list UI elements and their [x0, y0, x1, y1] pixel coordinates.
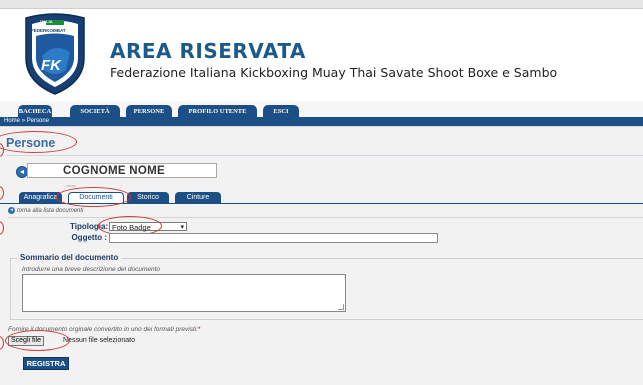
chevron-down-icon: ▾ [180, 224, 184, 231]
summary-legend: Sommario del documento [17, 253, 122, 262]
breadcrumb-home[interactable]: Home [4, 118, 20, 124]
logo-text: FEDERKOMBAT [31, 28, 66, 33]
title-divider [6, 155, 643, 156]
breadcrumb-current: Persone [26, 118, 50, 124]
logo-country: ITALIA [40, 19, 53, 24]
person-name-box: COGNOME NOME [27, 163, 217, 178]
annotation-marker-3 [0, 221, 4, 235]
annotation-marker-2 [0, 186, 4, 200]
back-to-list-link[interactable]: ◂ torna alla lista documenti [8, 207, 83, 214]
tab-cinture[interactable]: Cinture [175, 192, 221, 203]
back-list-icon: ◂ [8, 207, 15, 214]
summary-hint: Introdurre una breve descrizione del doc… [22, 266, 161, 273]
resize-grip-icon[interactable] [338, 304, 344, 310]
back-to-list-label: torna alla lista documenti [17, 208, 84, 215]
federation-subtitle: Federazione Italiana Kickboxing Muay Tha… [110, 65, 558, 80]
annotation-circle-file [5, 330, 70, 351]
tab-storico[interactable]: Storico [127, 192, 169, 203]
oggetto-label: Oggetto : [71, 233, 107, 242]
form-divider [8, 217, 643, 218]
logo-monogram: FK [41, 57, 61, 74]
required-mark: * [198, 326, 201, 333]
annotation-marker-4 [0, 336, 4, 350]
site-header: ITALIA FEDERKOMBAT FK AREA RISERVATA Fed… [0, 9, 643, 101]
breadcrumb-separator: » [21, 118, 26, 124]
area-title: AREA RISERVATA [110, 39, 306, 63]
breadcrumb: Home » Persone [0, 117, 643, 126]
file-status: Nessun file selezionato [63, 337, 135, 344]
annotation-circle-documenti [56, 187, 131, 207]
federkombat-logo[interactable] [20, 12, 90, 96]
register-button[interactable]: REGISTRA [23, 357, 69, 370]
top-strip [0, 0, 643, 9]
summary-textarea[interactable] [22, 274, 346, 312]
annotation-circle-title [0, 131, 77, 153]
oggetto-input[interactable] [109, 233, 438, 243]
